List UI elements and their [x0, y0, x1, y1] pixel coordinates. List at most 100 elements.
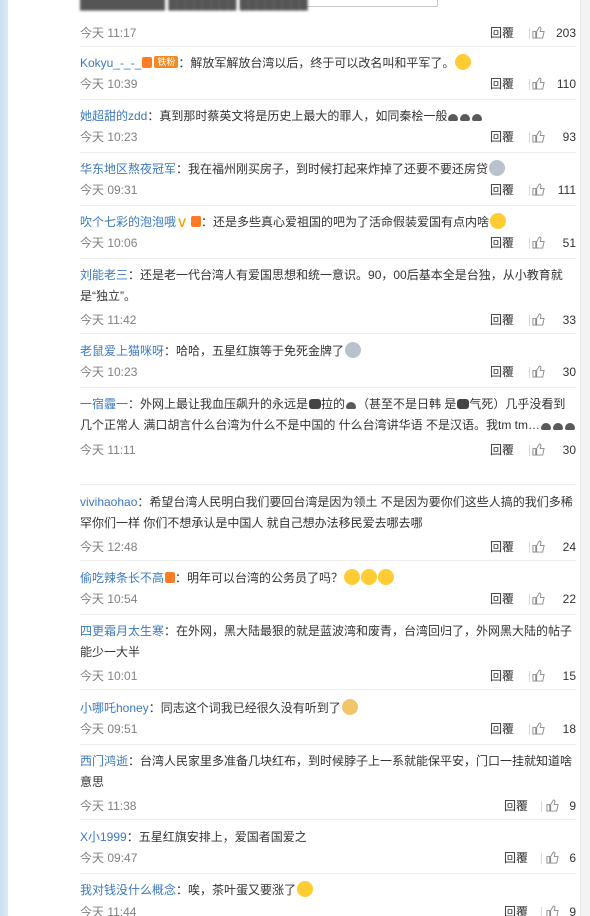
- like-count: 9: [569, 905, 576, 916]
- comment-meta: 今天 12:48 回覆 24: [80, 537, 576, 557]
- reply-button[interactable]: 回覆: [504, 796, 528, 816]
- reply-button[interactable]: 回覆: [490, 127, 514, 147]
- comment-meta: 今天 10:39 回覆 110: [80, 74, 576, 94]
- comment-text: ：外网上最让我血压飙升的永远是: [128, 397, 309, 411]
- divider: [541, 801, 542, 812]
- comment-username[interactable]: 吹个七彩的泡泡哦: [80, 215, 176, 229]
- comment-meta: 今天 11:11 回覆 30: [80, 440, 576, 460]
- comment-time: 今天 11:42: [80, 313, 137, 327]
- comment-body: 西门鸿逝：台湾人民家里多准备几块红布，到时候脖子上一系就能保平安，门口一挂就知道…: [80, 751, 576, 793]
- comment-item: 刘能老三：还是老一代台湾人有爱国思想和统一意识。90，00后基本全是台独，从小教…: [80, 265, 576, 334]
- reply-button[interactable]: 回覆: [504, 848, 528, 868]
- thumbs-up-icon: [532, 443, 545, 456]
- comment-item: 我对钱没什么概念：唉，茶叶蛋又要涨了 今天 11:44 回覆 9: [80, 880, 576, 916]
- comment-username[interactable]: vivihaohao: [80, 495, 137, 509]
- medal-icon: [142, 57, 153, 68]
- divider: [529, 671, 530, 682]
- like-count: 24: [562, 540, 576, 554]
- comment-text: ：哈哈，五星红旗等于免死金牌了: [164, 344, 345, 358]
- thumbs-up-icon: [532, 26, 545, 39]
- comment-time: 今天 10:39: [80, 77, 138, 91]
- comment-meta: 今天 09:51 回覆 18: [80, 719, 576, 739]
- comment-text: 拉的: [321, 397, 346, 411]
- comment-username[interactable]: 刘能老三: [80, 268, 128, 282]
- reply-button[interactable]: 回覆: [490, 537, 514, 557]
- like-count: 111: [557, 183, 576, 197]
- comment-body: 我对钱没什么概念：唉，茶叶蛋又要涨了: [80, 880, 576, 901]
- comment-text: ：台湾人民家里多准备几块红布，到时候脖子上一系就能保平安，门口一挂就知道啥意思: [80, 754, 573, 789]
- thumbs-up-icon: [532, 130, 545, 143]
- reply-button[interactable]: 回覆: [490, 440, 514, 460]
- comment-time: 今天 11:44: [80, 905, 137, 916]
- reply-button[interactable]: 回覆: [504, 902, 528, 916]
- comment-time: 今天 10:06: [80, 236, 138, 250]
- comment-username[interactable]: 我对钱没什么概念: [80, 883, 176, 897]
- poop-emoji-icon: [448, 114, 459, 121]
- comment-meta: 今天 09:31 回覆 111: [80, 180, 576, 200]
- comment-username[interactable]: 华东地区熬夜冠军: [80, 162, 176, 176]
- comment-username[interactable]: 偷吃辣条长不高: [80, 571, 164, 585]
- like-count: 33: [562, 313, 576, 327]
- comment-username[interactable]: 她超甜的zdd: [80, 109, 147, 123]
- reply-button[interactable]: 回覆: [490, 310, 514, 330]
- comment-meta: 今天 11:38 回覆 9: [80, 796, 576, 816]
- reply-button[interactable]: 回覆: [490, 589, 514, 609]
- reply-button[interactable]: 回覆: [490, 362, 514, 382]
- like-count: 9: [569, 799, 576, 813]
- comment-time: 今天 10:23: [80, 130, 138, 144]
- comment-body: vivihaohao：希望台湾人民明白我们要回台湾是因为领土 不是因为要你们这些…: [80, 492, 576, 534]
- like-count: 30: [562, 365, 576, 379]
- reply-button[interactable]: 回覆: [490, 74, 514, 94]
- poop-emoji-icon: [565, 423, 575, 430]
- mask-emoji-icon: [309, 399, 322, 409]
- comment-username[interactable]: 西门鸿逝: [80, 754, 128, 768]
- reply-button[interactable]: 回覆: [490, 180, 514, 200]
- like-count: 203: [555, 26, 576, 40]
- divider: [529, 28, 530, 39]
- comment-username[interactable]: 小哪吒honey: [80, 701, 149, 715]
- comment-text-cut: ██████████ ████████ ████████: [80, 0, 308, 10]
- comment-time: 今天 10:54: [80, 592, 138, 606]
- comment-item: Kokyu_-_-_ 铁粉 ：解放军解放台湾以后，终于可以改名叫和平军了。 今天 1…: [80, 53, 576, 100]
- comment-item: 吹个七彩的泡泡哦 V ：还是多些真心爱祖国的吧为了活命假装爱国有点内啥 今天 10:…: [80, 212, 576, 259]
- like-count: 18: [562, 722, 576, 736]
- comment-time: 今天 10:01: [80, 669, 138, 683]
- vip-v-icon: V: [178, 216, 187, 230]
- divider: [529, 238, 530, 249]
- divider: [529, 79, 530, 90]
- thumbs-up-icon: [532, 183, 545, 196]
- like-count: 51: [562, 236, 576, 250]
- comment-item: 四更霜月太生寒：在外网，黑大陆最狠的就是蓝波湾和废青，台湾回归了，外网黑大陆的帖…: [80, 621, 576, 690]
- comment-text: ：同志这个词我已经很久没有听到了: [148, 701, 341, 715]
- comment-text: ：还是老一代台湾人有爱国思想和统一意识。90，00后基本全是台独，从小教育就是“…: [80, 268, 563, 303]
- divider: [529, 315, 530, 326]
- reply-button[interactable]: 回覆: [490, 719, 514, 739]
- medal-icon: [165, 572, 176, 583]
- reply-button[interactable]: 回覆: [490, 233, 514, 253]
- comment-body: 华东地区熬夜冠军：我在福州刚买房子，到时候打起来炸掉了还要不要还房贷: [80, 159, 576, 180]
- poop-emoji-icon: [346, 402, 357, 409]
- medal-icon: [191, 216, 202, 227]
- comment-username[interactable]: X小1999: [80, 830, 127, 844]
- comment-username[interactable]: 四更霜月太生寒: [80, 624, 164, 638]
- comment-meta: 今天 09:47 回覆 6: [80, 848, 576, 868]
- divider: [529, 132, 530, 143]
- comment-meta: 今天 10:23 回覆 93: [80, 127, 576, 147]
- reply-button[interactable]: 回覆: [490, 666, 514, 686]
- comment-username[interactable]: Kokyu_-_-_: [80, 56, 141, 70]
- skull-emoji-icon: [345, 342, 362, 358]
- divider: [541, 907, 542, 916]
- thumbs-up-icon: [532, 77, 545, 90]
- thumbs-up-icon: [532, 365, 545, 378]
- scrollbar-track[interactable]: [580, 0, 590, 916]
- comment-body: 她超甜的zdd：真到那时蔡英文将是历史上最大的罪人，如同秦桧一般: [80, 106, 576, 127]
- reply-button[interactable]: 回覆: [490, 23, 514, 43]
- fan-badge: 铁粉: [154, 56, 179, 68]
- comment-text: ：希望台湾人民明白我们要回台湾是因为领土 不是因为要你们这些人搞的我们多稀罕你们…: [80, 495, 573, 530]
- comment-username[interactable]: 老鼠爱上猫咪呀: [80, 344, 164, 358]
- comment-username[interactable]: 一宿霾一: [80, 397, 128, 411]
- comment-item: 华东地区熬夜冠军：我在福州刚买房子，到时候打起来炸掉了还要不要还房贷 今天 09…: [80, 159, 576, 206]
- comment-body: X小1999：五星红旗安排上，爱国者国爱之: [80, 827, 576, 848]
- thumbs-up-icon: [532, 722, 545, 735]
- comment-body: 刘能老三：还是老一代台湾人有爱国思想和统一意识。90，00后基本全是台独，从小教…: [80, 265, 576, 307]
